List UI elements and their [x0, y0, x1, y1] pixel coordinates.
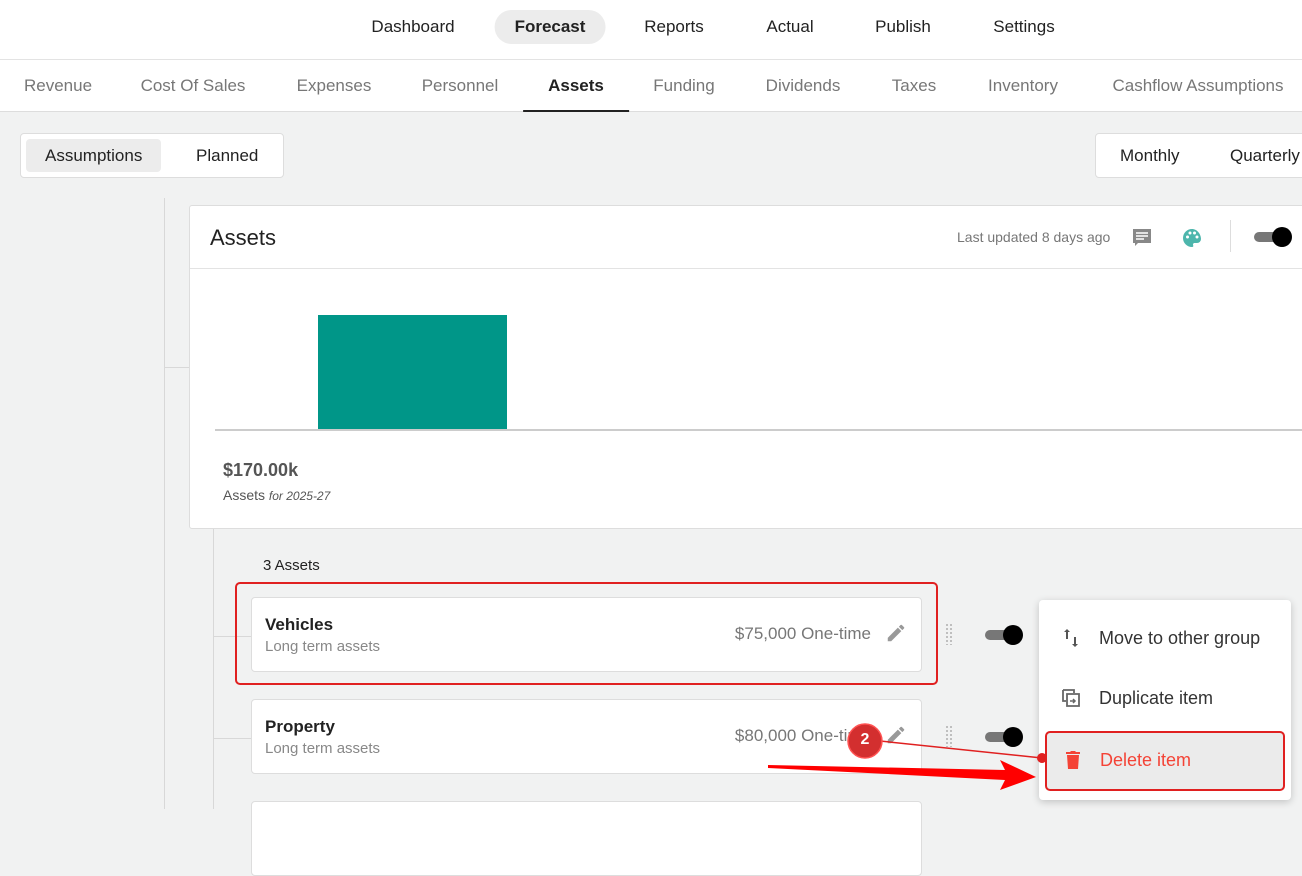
- assets-chart: [215, 315, 1302, 431]
- assumptions-button[interactable]: Assumptions: [26, 139, 162, 172]
- chart-bar: [318, 315, 507, 429]
- total-label-text: Assets: [223, 487, 266, 503]
- sub-nav: Revenue Cost Of Sales Expenses Personnel…: [0, 60, 1302, 112]
- assets-card: Assets Last updated 8 days ago $170.00k …: [189, 205, 1302, 529]
- top-nav: Dashboard Forecast Reports Actual Publis…: [0, 0, 1302, 60]
- item-category: Long term assets: [265, 740, 381, 757]
- monthly-button[interactable]: Monthly: [1101, 139, 1199, 172]
- list-item[interactable]: Property Long term assets $80,000 One-ti…: [251, 699, 922, 774]
- tree-line: [164, 198, 165, 809]
- nav-actual[interactable]: Actual: [746, 10, 833, 44]
- nav-forecast[interactable]: Forecast: [494, 10, 606, 44]
- tab-taxes[interactable]: Taxes: [892, 60, 936, 112]
- tab-personnel[interactable]: Personnel: [422, 60, 499, 112]
- annotation-step: 2: [860, 731, 870, 748]
- tab-revenue[interactable]: Revenue: [24, 60, 92, 112]
- nav-settings[interactable]: Settings: [973, 10, 1074, 44]
- total-label: Assets for 2025-27: [223, 487, 330, 503]
- trash-icon: [1061, 748, 1085, 777]
- menu-label: Delete item: [1100, 750, 1192, 770]
- context-menu: Move to other group Duplicate item Delet…: [1039, 600, 1291, 800]
- tab-cost-of-sales[interactable]: Cost Of Sales: [141, 60, 246, 112]
- total-period: for 2025-27: [268, 489, 331, 503]
- delete-item[interactable]: Delete item: [1045, 731, 1285, 791]
- view-toggle: Assumptions Planned: [20, 133, 284, 178]
- quarterly-button[interactable]: Quarterly: [1211, 139, 1302, 172]
- nav-publish[interactable]: Publish: [855, 10, 951, 44]
- planned-button[interactable]: Planned: [177, 139, 277, 172]
- swap-vertical-icon: [1059, 626, 1083, 655]
- comment-icon[interactable]: [1130, 226, 1154, 255]
- drag-handle-icon[interactable]: [945, 623, 953, 645]
- tree-connector: [164, 367, 189, 368]
- divider: [1230, 220, 1231, 252]
- tab-assets[interactable]: Assets: [523, 60, 629, 112]
- tab-cashflow-assumptions[interactable]: Cashflow Assumptions: [1112, 60, 1283, 112]
- tree-line: [213, 529, 214, 809]
- move-to-other-group-item[interactable]: Move to other group: [1039, 609, 1291, 669]
- highlight-box: [235, 582, 938, 685]
- last-updated: Last updated 8 days ago: [957, 229, 1111, 245]
- nav-reports[interactable]: Reports: [624, 10, 724, 44]
- tab-inventory[interactable]: Inventory: [988, 60, 1058, 112]
- nav-dashboard[interactable]: Dashboard: [351, 10, 474, 44]
- duplicate-item[interactable]: Duplicate item: [1039, 669, 1291, 729]
- list-item[interactable]: [251, 801, 922, 876]
- item-toggle[interactable]: [985, 726, 1023, 748]
- tab-expenses[interactable]: Expenses: [297, 60, 372, 112]
- tab-dividends[interactable]: Dividends: [766, 60, 841, 112]
- drag-handle-icon[interactable]: [945, 725, 953, 747]
- edit-icon[interactable]: [885, 724, 907, 751]
- tree-connector: [213, 738, 251, 739]
- menu-label: Move to other group: [1099, 628, 1261, 648]
- palette-icon[interactable]: [1180, 226, 1204, 255]
- total-value: $170.00k: [223, 460, 299, 480]
- asset-count: 3 Assets: [263, 557, 320, 574]
- duplicate-icon: [1059, 686, 1083, 715]
- card-toggle[interactable]: [1254, 226, 1292, 248]
- card-title: Assets: [210, 225, 277, 250]
- menu-label: Duplicate item: [1099, 688, 1214, 708]
- tab-funding[interactable]: Funding: [653, 60, 714, 112]
- item-toggle[interactable]: [985, 624, 1023, 646]
- item-name: Property: [265, 717, 335, 736]
- divider: [190, 268, 1302, 269]
- period-toggle: Monthly Quarterly: [1095, 133, 1302, 178]
